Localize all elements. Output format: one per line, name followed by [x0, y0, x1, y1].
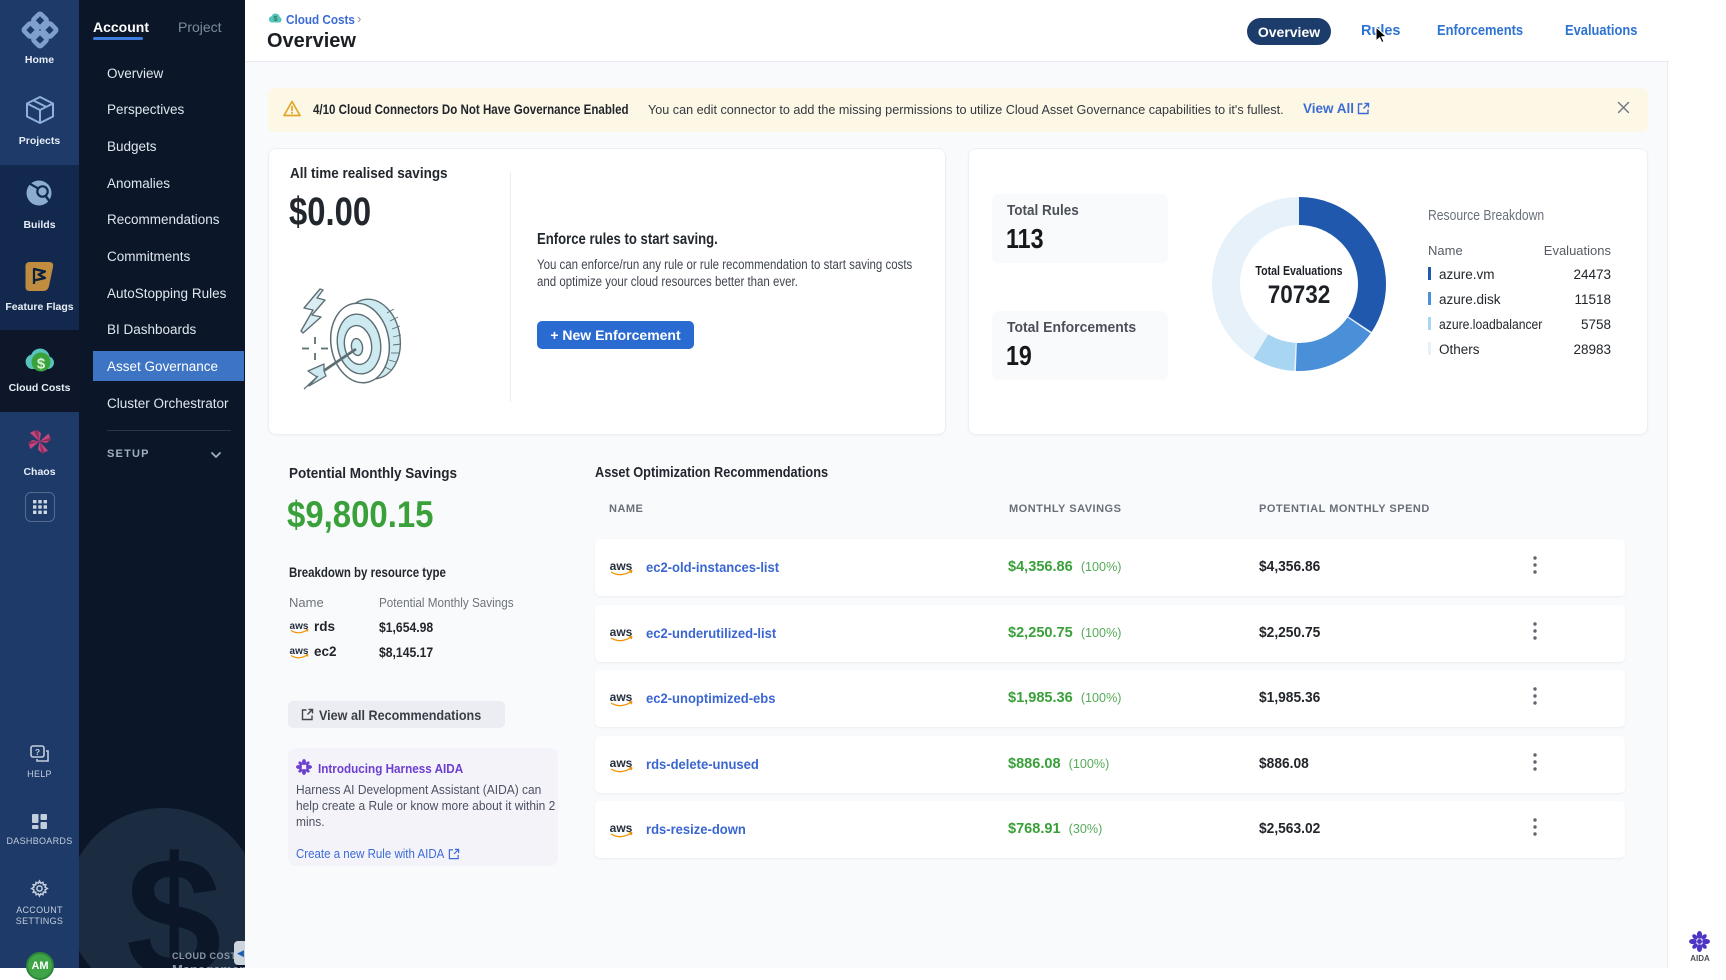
svg-text:aws: aws — [610, 690, 633, 704]
svg-text:aws: aws — [610, 821, 633, 835]
svg-text:aws: aws — [610, 756, 633, 770]
svg-text:aws: aws — [610, 625, 633, 639]
svg-text:aws: aws — [610, 559, 633, 573]
svg-text:$: $ — [36, 356, 45, 373]
svg-text:?: ? — [35, 747, 40, 757]
